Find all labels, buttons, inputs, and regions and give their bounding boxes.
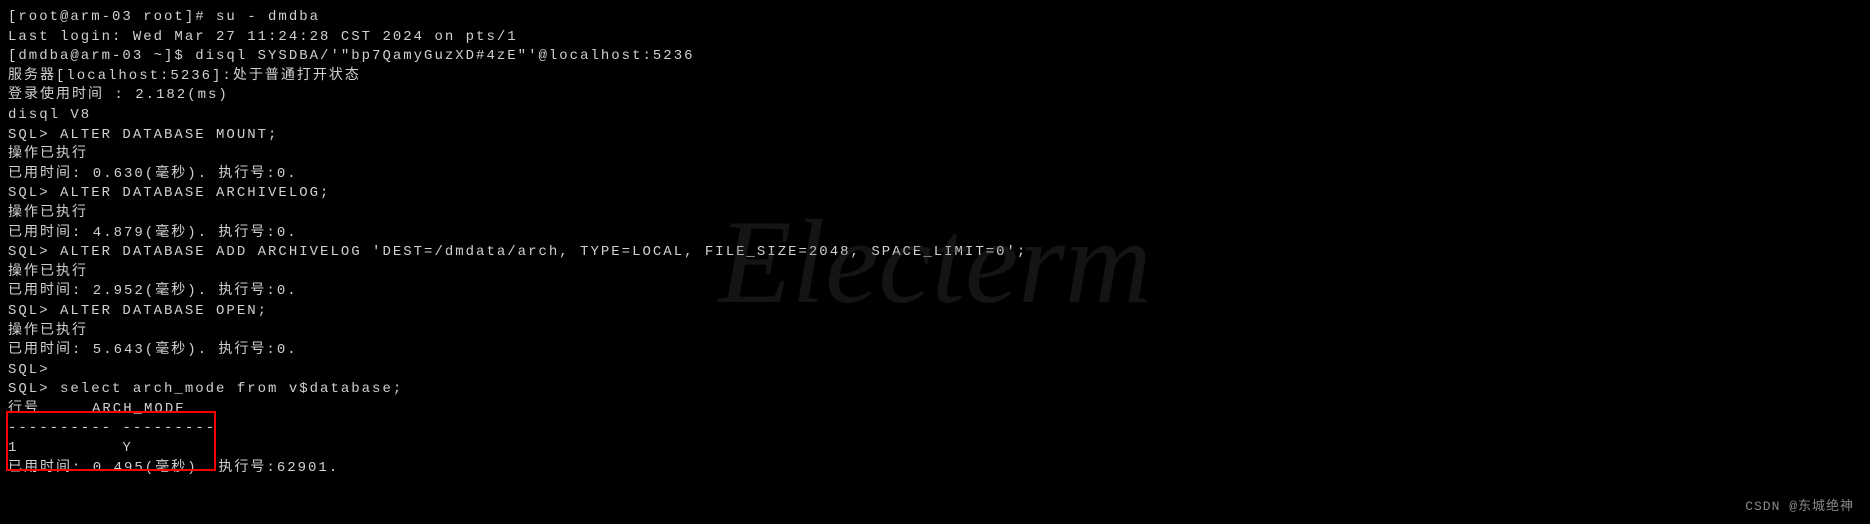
exec-time: 已用时间: 4.879(毫秒). 执行号:0. (8, 224, 1862, 244)
sql-archivelog: SQL> ALTER DATABASE ARCHIVELOG; (8, 184, 1862, 204)
result-row: 1 Y (8, 439, 1862, 459)
terminal-output[interactable]: [root@arm-03 root]# su - dmdba Last logi… (8, 8, 1862, 478)
sql-add-archivelog: SQL> ALTER DATABASE ADD ARCHIVELOG 'DEST… (8, 243, 1862, 263)
prompt-line: [root@arm-03 root]# su - dmdba (8, 8, 1862, 28)
server-status: 服务器[localhost:5236]:处于普通打开状态 (8, 67, 1862, 87)
attribution-text: CSDN @东城绝神 (1745, 498, 1854, 516)
login-time: 登录使用时间 : 2.182(ms) (8, 86, 1862, 106)
sql-open: SQL> ALTER DATABASE OPEN; (8, 302, 1862, 322)
exec-result: 操作已执行 (8, 322, 1862, 342)
version-info: disql V8 (8, 106, 1862, 126)
exec-result: 操作已执行 (8, 263, 1862, 283)
sql-select: SQL> select arch_mode from v$database; (8, 380, 1862, 400)
disql-command: [dmdba@arm-03 ~]$ disql SYSDBA/'"bp7Qamy… (8, 47, 1862, 67)
exec-result: 操作已执行 (8, 145, 1862, 165)
sql-prompt: SQL> (8, 361, 1862, 381)
sql-mount: SQL> ALTER DATABASE MOUNT; (8, 126, 1862, 146)
result-header: 行号 ARCH_MODE (8, 400, 1862, 420)
exec-time: 已用时间: 5.643(毫秒). 执行号:0. (8, 341, 1862, 361)
result-divider: ---------- --------- (8, 419, 1862, 439)
exec-time: 已用时间: 0.495(毫秒). 执行号:62901. (8, 459, 1862, 479)
login-info: Last login: Wed Mar 27 11:24:28 CST 2024… (8, 28, 1862, 48)
exec-time: 已用时间: 0.630(毫秒). 执行号:0. (8, 165, 1862, 185)
exec-time: 已用时间: 2.952(毫秒). 执行号:0. (8, 282, 1862, 302)
exec-result: 操作已执行 (8, 204, 1862, 224)
